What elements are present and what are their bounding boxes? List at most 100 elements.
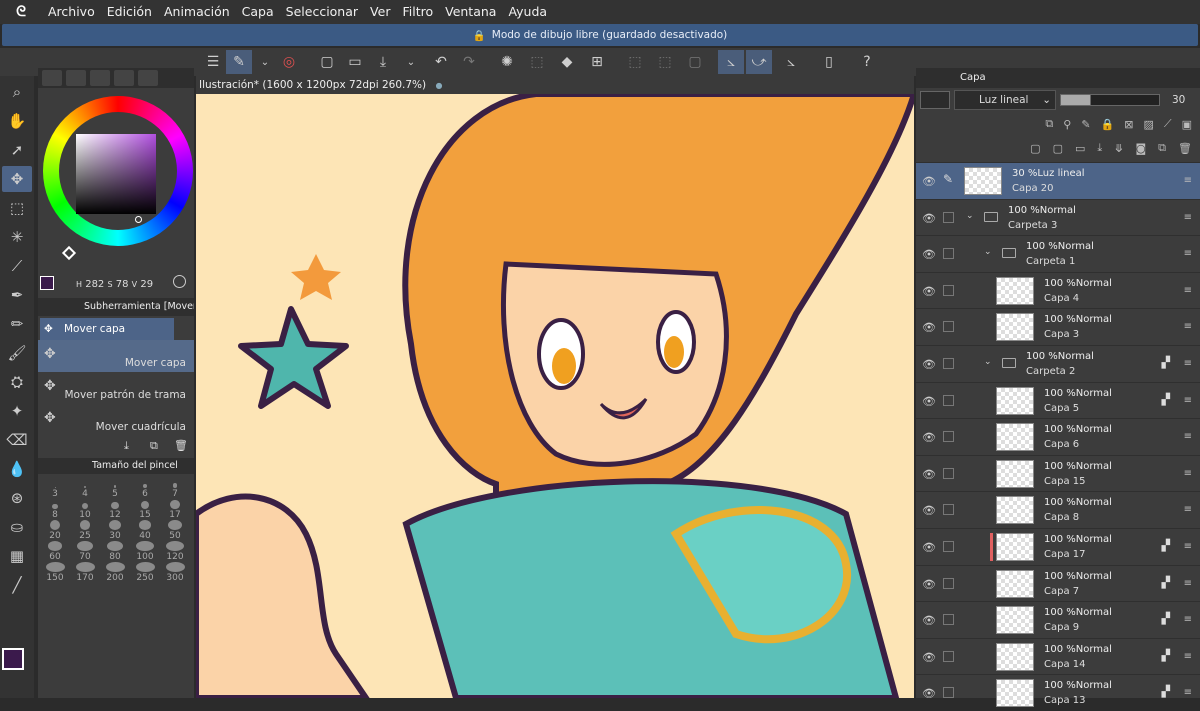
- open-folder-icon[interactable]: ▭: [342, 50, 368, 74]
- subtool-move-tone[interactable]: ✥ Mover patrón de trama: [38, 372, 194, 404]
- redo-icon[interactable]: ↷: [456, 50, 482, 74]
- brush-size-cell[interactable]: 30: [100, 520, 130, 541]
- blend-mode-select[interactable]: Luz lineal ⌄: [954, 90, 1056, 110]
- eraser-icon[interactable]: ⌫: [2, 427, 32, 453]
- layer-menu-icon[interactable]: ≡: [1184, 468, 1192, 479]
- layer-row[interactable]: 👁 100 %Normal Capa 13 ▞ ≡: [916, 674, 1200, 711]
- fill-icon[interactable]: ◆: [554, 50, 580, 74]
- menu-capa[interactable]: Capa: [236, 0, 280, 24]
- brush-size-cell[interactable]: 6: [130, 478, 160, 499]
- menu-seleccionar[interactable]: Seleccionar: [280, 0, 364, 24]
- visibility-checkbox[interactable]: [943, 541, 954, 552]
- gradient-tool-icon[interactable]: ▦: [2, 543, 32, 569]
- decoration-tool-icon[interactable]: ✦: [2, 398, 32, 424]
- eye-icon[interactable]: 👁: [922, 651, 936, 664]
- brush-size-cell[interactable]: 300: [160, 562, 190, 583]
- brush-size-cell[interactable]: 100: [130, 541, 160, 562]
- pencil-icon[interactable]: ✎: [943, 172, 954, 186]
- brush-size-cell[interactable]: 120: [160, 541, 190, 562]
- reference-icon[interactable]: ⚲: [1063, 118, 1071, 131]
- layer-menu-icon[interactable]: ≡: [1184, 578, 1192, 589]
- edit-mode-icon[interactable]: ✎: [226, 50, 252, 74]
- new-folder-icon[interactable]: ▭: [1075, 142, 1085, 155]
- brush-size-cell[interactable]: 60: [40, 541, 70, 562]
- brush-size-cell[interactable]: 250: [130, 562, 160, 583]
- duplicate-icon[interactable]: ⧉: [150, 439, 158, 453]
- zoom-tool-icon[interactable]: ⌕: [2, 79, 32, 105]
- loading-icon[interactable]: ✺: [494, 50, 520, 74]
- layer-folder-row[interactable]: 👁 ⌄ 100 %Normal Carpeta 3 ≡: [916, 198, 1200, 236]
- layer-folder-row[interactable]: 👁 ⌄ 100 %Normal Carpeta 2 ▞ ≡: [916, 345, 1200, 382]
- color-wheel[interactable]: H 282 S 78 V 29: [38, 88, 194, 298]
- selection-tool-icon[interactable]: ⬚: [2, 195, 32, 221]
- brush-size-cell[interactable]: 150: [40, 562, 70, 583]
- brush-size-cell[interactable]: 7: [160, 478, 190, 499]
- brush-size-cell[interactable]: 25: [70, 520, 100, 541]
- brush-size-cell[interactable]: 8: [40, 499, 70, 520]
- spiral-icon[interactable]: ◎: [276, 50, 302, 74]
- hand-tool-icon[interactable]: ✋: [2, 108, 32, 134]
- special-ruler-snap-icon[interactable]: ⤻: [746, 50, 772, 74]
- canvas-tab[interactable]: Ilustración* (1600 x 1200px 72dpi 260.7%…: [196, 76, 914, 94]
- layer-row[interactable]: 👁 100 %Normal Capa 8 ≡: [916, 491, 1200, 528]
- layer-row[interactable]: 👁 100 %Normal Capa 4 ≡: [916, 271, 1200, 309]
- eyedropper-icon[interactable]: ⟋: [2, 253, 32, 279]
- subtool-move-grid[interactable]: ✥ Mover cuadrícula: [38, 404, 194, 436]
- transfer-down-icon[interactable]: ⤓: [1097, 141, 1102, 155]
- main-color-swatch[interactable]: [2, 648, 24, 670]
- hamburger-menu-icon[interactable]: ☰: [200, 50, 226, 74]
- saturation-value-square[interactable]: [76, 134, 156, 214]
- subtool-group[interactable]: ✥ Mover capa: [40, 318, 174, 340]
- visibility-checkbox[interactable]: [943, 650, 954, 662]
- smartphone-icon[interactable]: ▯: [816, 50, 842, 74]
- magic-wand-icon[interactable]: ✳: [2, 224, 32, 250]
- layer-menu-icon[interactable]: ≡: [1184, 248, 1192, 259]
- brush-size-cell[interactable]: 70: [70, 541, 100, 562]
- fill-tool-icon[interactable]: ⛀: [2, 514, 32, 540]
- apply-mask-icon[interactable]: ⧉: [1158, 141, 1166, 155]
- deselect-icon[interactable]: ⬚: [622, 50, 648, 74]
- subtool-move-layer[interactable]: ✥ Mover capa: [38, 340, 194, 372]
- ruler-icon[interactable]: ⟋: [1164, 117, 1172, 131]
- intermediate-color-tab-icon[interactable]: [138, 70, 158, 86]
- menu-ver[interactable]: Ver: [364, 0, 396, 24]
- visibility-checkbox[interactable]: [943, 577, 954, 589]
- new-vector-layer-icon[interactable]: ▢: [1053, 142, 1063, 155]
- brush-size-cell[interactable]: 17: [160, 499, 190, 520]
- mask-icon[interactable]: ▨: [1143, 118, 1153, 131]
- draft-icon[interactable]: ✎: [1081, 118, 1090, 131]
- visibility-checkbox[interactable]: [943, 687, 954, 699]
- layer-row[interactable]: 👁 100 %Normal Capa 7 ▞ ≡: [916, 564, 1200, 602]
- layer-row[interactable]: 👁 100 %Normal Capa 17 ▞ ≡: [916, 528, 1200, 565]
- color-slider-tab-icon[interactable]: [114, 70, 134, 86]
- sv-cursor[interactable]: [135, 216, 142, 223]
- eye-icon[interactable]: 👁: [922, 358, 936, 371]
- operation-tool-icon[interactable]: ➚: [2, 137, 32, 163]
- line-tool-icon[interactable]: ╱: [2, 572, 32, 598]
- layer-row[interactable]: 👁 100 %Normal Capa 15 ≡: [916, 454, 1200, 492]
- chevron-down-icon[interactable]: ⌄: [966, 211, 974, 221]
- opacity-slider[interactable]: [1060, 94, 1160, 106]
- eye-icon[interactable]: 👁: [922, 614, 936, 627]
- hue-cursor[interactable]: [61, 245, 77, 261]
- visibility-checkbox[interactable]: [943, 614, 954, 626]
- eye-icon[interactable]: 👁: [922, 468, 936, 481]
- chevron-down-icon[interactable]: ⌄: [398, 50, 424, 74]
- close-dot-icon[interactable]: ●: [435, 81, 442, 90]
- menu-edicion[interactable]: Edición: [101, 0, 158, 24]
- grid-snap-icon[interactable]: ⦣: [778, 50, 804, 74]
- layer-menu-icon[interactable]: ≡: [1184, 651, 1192, 662]
- menu-filtro[interactable]: Filtro: [396, 0, 439, 24]
- chevron-down-icon[interactable]: ⌄: [252, 50, 278, 74]
- download-icon[interactable]: ⤓: [124, 439, 129, 453]
- layer-row[interactable]: 👁 100 %Normal Capa 6 ≡: [916, 418, 1200, 455]
- new-file-icon[interactable]: ▢: [314, 50, 340, 74]
- visibility-checkbox[interactable]: [943, 284, 954, 296]
- pencil-tool-icon[interactable]: ✏: [2, 311, 32, 337]
- visibility-checkbox[interactable]: [943, 321, 954, 333]
- lock-alpha-icon[interactable]: ⊠: [1124, 118, 1133, 131]
- transform-icon[interactable]: ⊞: [584, 50, 610, 74]
- layer-folder-row[interactable]: 👁 ⌄ 100 %Normal Carpeta 1 ≡: [916, 235, 1200, 272]
- layer-row[interactable]: 👁 100 %Normal Capa 3 ≡: [916, 308, 1200, 345]
- mask-add-icon[interactable]: ◙: [1135, 142, 1146, 155]
